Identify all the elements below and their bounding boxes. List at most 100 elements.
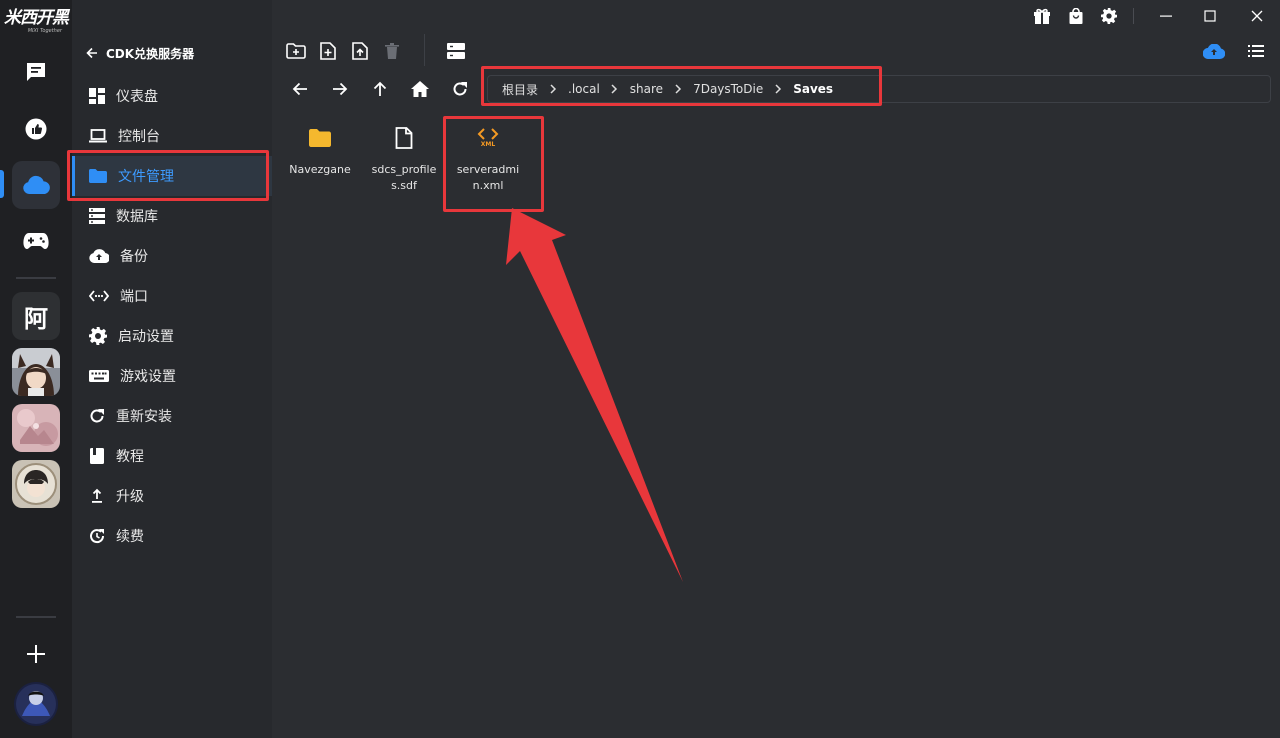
refresh-button[interactable] xyxy=(450,79,470,99)
server-avatar-1[interactable] xyxy=(12,348,60,396)
server-avatar-3[interactable] xyxy=(12,460,60,508)
upgrade-icon xyxy=(89,488,105,504)
sidebar-item-label: 数据库 xyxy=(116,209,158,225)
gear-icon xyxy=(89,327,107,345)
xml-badge: XML xyxy=(480,141,496,148)
close-button[interactable] xyxy=(1247,6,1267,26)
breadcrumb-7daystodie[interactable]: 7DaysToDie xyxy=(693,82,763,96)
gear-icon xyxy=(1101,8,1117,24)
sidebar-item-database[interactable]: 数据库 xyxy=(72,196,272,236)
sidebar-item-startup-settings[interactable]: 启动设置 xyxy=(72,316,272,356)
maximize-button[interactable] xyxy=(1200,6,1220,26)
sidebar-item-game-settings[interactable]: 游戏设置 xyxy=(72,356,272,396)
file-item-xml[interactable]: XML serveradmin.xml xyxy=(450,124,526,194)
cloud-upload-icon xyxy=(89,249,109,263)
settings-button[interactable] xyxy=(1099,6,1119,26)
forward-button[interactable] xyxy=(330,79,350,99)
back-to-server-button[interactable]: CDK兑换服务器 xyxy=(86,42,194,64)
shopping-bag-icon xyxy=(1068,8,1084,24)
new-file-icon xyxy=(320,42,336,60)
delete-button[interactable] xyxy=(381,40,403,62)
upload-file-button[interactable] xyxy=(349,40,371,62)
server-avatar-text[interactable]: 阿 xyxy=(12,292,60,340)
home-button[interactable] xyxy=(410,79,430,99)
shop-button[interactable] xyxy=(1066,6,1086,26)
rail-divider xyxy=(16,277,56,279)
list-view-button[interactable] xyxy=(1245,40,1267,62)
sidebar-item-label: 升级 xyxy=(116,489,144,505)
cloud-upload-button[interactable] xyxy=(1203,40,1225,62)
file-item-folder[interactable]: Navezgane xyxy=(282,124,358,178)
server-icon xyxy=(447,43,465,59)
game-button[interactable] xyxy=(12,217,60,265)
back-button[interactable] xyxy=(290,79,310,99)
sidebar-item-file-manager[interactable]: 文件管理 xyxy=(72,156,272,196)
new-folder-button[interactable] xyxy=(285,40,307,62)
sidebar-item-label: 重新安装 xyxy=(116,409,172,425)
text-avatar-label: 阿 xyxy=(24,304,48,333)
like-button[interactable] xyxy=(12,105,60,153)
add-icon xyxy=(26,644,46,664)
sidebar-item-label: 仪表盘 xyxy=(116,89,158,105)
minimize-icon xyxy=(1160,10,1172,22)
server-name: CDK兑换服务器 xyxy=(106,46,195,61)
maximize-icon xyxy=(1204,10,1216,22)
server-storage-button[interactable] xyxy=(445,40,467,62)
add-server-button[interactable] xyxy=(12,630,60,678)
chevron-right-icon xyxy=(538,84,568,94)
new-file-button[interactable] xyxy=(317,40,339,62)
arrow-right-icon xyxy=(332,82,348,96)
sidebar-item-tutorial[interactable]: 教程 xyxy=(72,436,272,476)
folder-icon xyxy=(309,124,331,152)
breadcrumb-root[interactable]: 根目录 xyxy=(502,81,538,98)
app-logo: 米西开黑 MIXI Together xyxy=(4,8,69,38)
sidebar-item-label: 续费 xyxy=(116,529,144,545)
arrow-left-icon xyxy=(292,82,308,96)
breadcrumb-share[interactable]: share xyxy=(630,82,663,96)
cloud-upload-icon xyxy=(1203,43,1225,59)
sidebar-item-dashboard[interactable]: 仪表盘 xyxy=(72,76,272,116)
user-avatar[interactable] xyxy=(14,682,58,726)
chat-button[interactable] xyxy=(12,48,60,96)
sidebar-item-renew[interactable]: 续费 xyxy=(72,516,272,556)
gift-button[interactable] xyxy=(1032,6,1052,26)
refresh-icon xyxy=(89,408,105,424)
sidebar: CDK兑换服务器 仪表盘 控制台 文件管理 数据库 备份 端口 启动设置 游戏设… xyxy=(72,0,272,738)
breadcrumb-saves[interactable]: Saves xyxy=(793,82,833,96)
minimize-button[interactable] xyxy=(1156,6,1176,26)
renew-icon xyxy=(89,528,105,544)
database-icon xyxy=(89,208,105,224)
cloud-icon xyxy=(22,175,50,195)
port-icon xyxy=(89,290,109,302)
rail-active-indicator xyxy=(0,170,4,198)
xml-file-icon: XML xyxy=(477,124,499,152)
logo-subtext: MIXI Together xyxy=(27,28,62,34)
sidebar-item-upgrade[interactable]: 升级 xyxy=(72,476,272,516)
logo-text: 米西开黑 xyxy=(4,8,69,28)
like-icon xyxy=(24,117,48,141)
chevron-right-icon xyxy=(763,84,793,94)
sidebar-item-backup[interactable]: 备份 xyxy=(72,236,272,276)
rail-divider-bottom xyxy=(16,616,56,618)
breadcrumb-local[interactable]: .local xyxy=(568,82,600,96)
server-avatar-2[interactable] xyxy=(12,404,60,452)
app-rail: 米西开黑 MIXI Together 阿 xyxy=(0,0,72,738)
sidebar-item-label: 文件管理 xyxy=(118,169,174,185)
laptop-icon xyxy=(89,129,107,143)
list-view-icon xyxy=(1248,45,1264,57)
home-icon xyxy=(411,81,429,97)
upload-file-icon xyxy=(352,42,368,60)
dashboard-icon xyxy=(89,88,105,104)
breadcrumb: 根目录 .local share 7DaysToDie Saves xyxy=(487,75,1271,103)
sidebar-item-label: 教程 xyxy=(116,449,144,465)
cloud-server-button[interactable] xyxy=(12,161,60,209)
sidebar-item-port[interactable]: 端口 xyxy=(72,276,272,316)
gamepad-icon xyxy=(23,232,49,250)
sidebar-item-console[interactable]: 控制台 xyxy=(72,116,272,156)
up-directory-button[interactable] xyxy=(370,79,390,99)
titlebar-separator xyxy=(1133,8,1134,24)
chat-icon xyxy=(24,60,48,84)
file-item-sdf[interactable]: sdcs_profiles.sdf xyxy=(366,124,442,194)
toolbar-separator xyxy=(424,34,425,66)
sidebar-item-reinstall[interactable]: 重新安装 xyxy=(72,396,272,436)
